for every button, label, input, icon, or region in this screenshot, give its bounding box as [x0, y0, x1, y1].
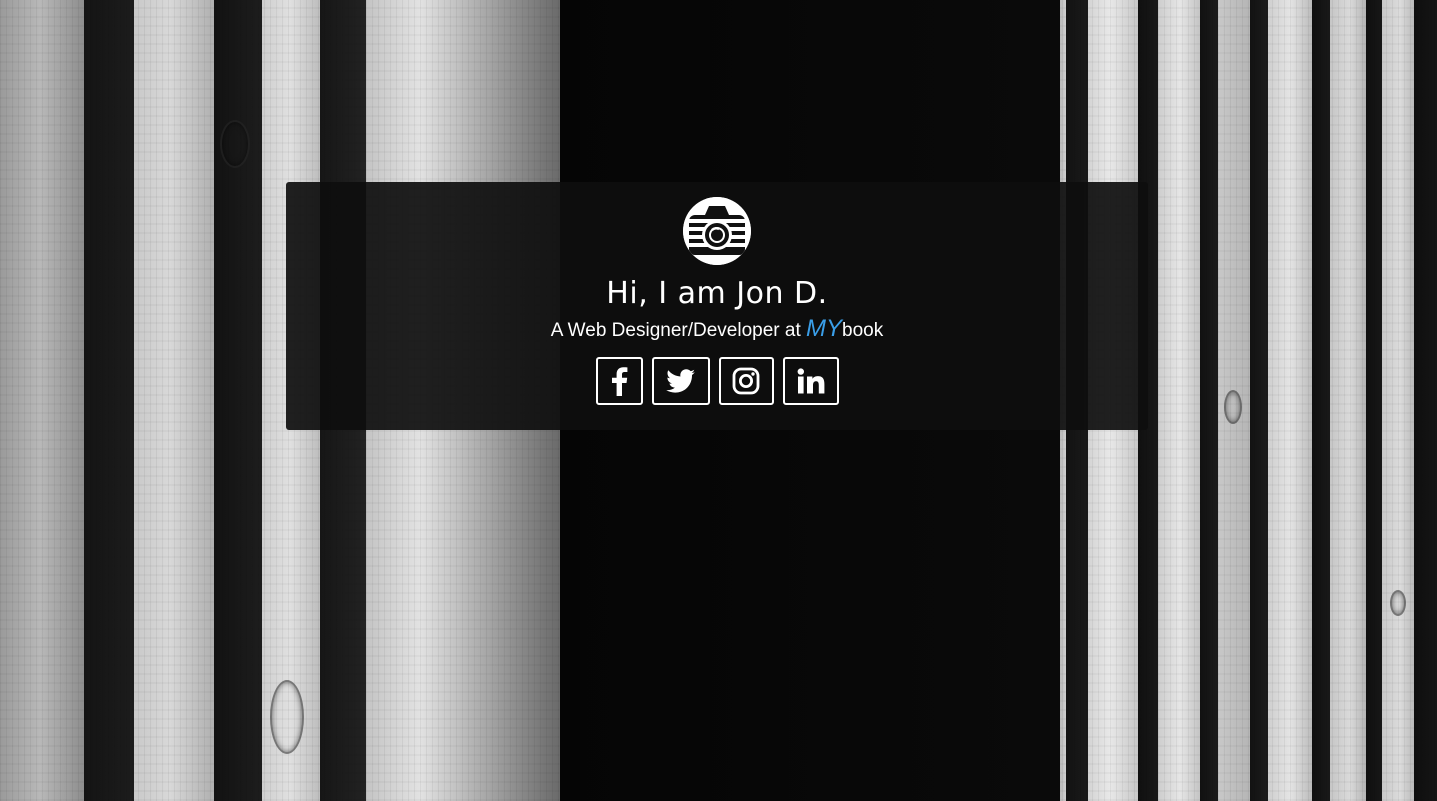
wood-knot: [1224, 390, 1242, 424]
brand-my: MY: [806, 315, 843, 342]
wood-knot: [270, 680, 304, 754]
wood-knot: [1390, 590, 1406, 616]
social-links: [286, 357, 1148, 405]
subtitle: A Web Designer/Developer at MYbook: [286, 316, 1148, 344]
instagram-icon: [732, 367, 760, 395]
greeting-heading: Hi, I am Jon D.: [606, 276, 828, 311]
subtitle-text: A Web Designer/Developer at: [550, 320, 807, 341]
instagram-button[interactable]: [718, 357, 774, 405]
camera-icon: [683, 197, 751, 265]
twitter-button[interactable]: [651, 357, 710, 405]
brand-book: book: [842, 320, 884, 341]
facebook-icon: [610, 366, 628, 396]
wood-knot: [220, 120, 250, 168]
linkedin-icon: [797, 368, 825, 394]
page: Hi, I am Jon D. A Web Designer/Developer…: [0, 0, 1437, 801]
facebook-button[interactable]: [595, 357, 643, 405]
profile-card: Hi, I am Jon D. A Web Designer/Developer…: [286, 182, 1148, 430]
twitter-icon: [665, 369, 696, 393]
linkedin-button[interactable]: [782, 357, 839, 405]
